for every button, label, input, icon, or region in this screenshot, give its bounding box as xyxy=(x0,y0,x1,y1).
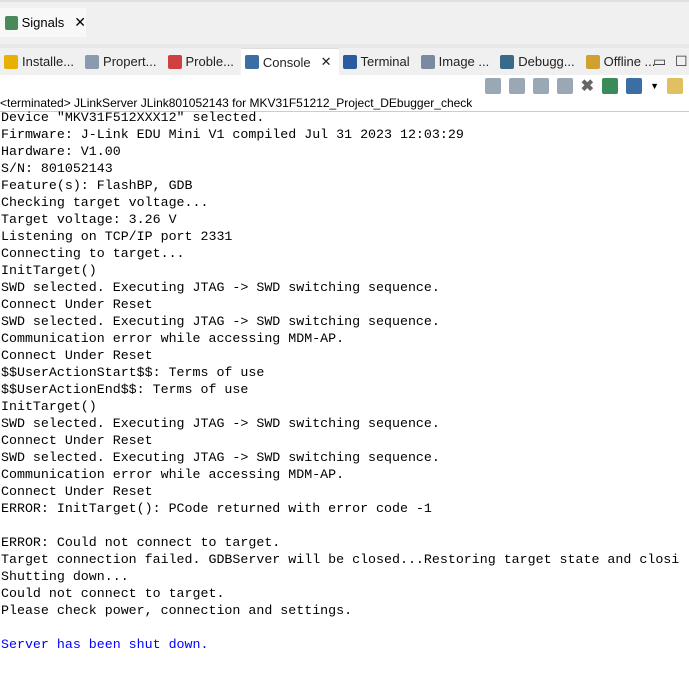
problems-icon xyxy=(167,54,182,69)
console-line: Connect Under Reset xyxy=(1,484,153,499)
tab-propert[interactable]: Propert... xyxy=(81,48,163,75)
console-line: Listening on TCP/IP port 2331 xyxy=(1,229,233,244)
console-line: Device "MKV31F512XXX12" selected. xyxy=(1,110,265,125)
tab-label: Signals xyxy=(21,15,65,30)
console-output[interactable]: Device "MKV31F512XXX12" selected. Firmwar… xyxy=(1,109,679,653)
console-line: InitTarget() xyxy=(1,263,97,278)
console-line: SWD selected. Executing JTAG -> SWD swit… xyxy=(1,450,440,465)
offline-icon xyxy=(585,54,600,69)
tab-label: Installe... xyxy=(22,54,75,69)
remove-launch-icon[interactable]: ✖ xyxy=(581,76,594,96)
tab-offline[interactable]: Offline ... xyxy=(582,48,663,75)
console-line: $$UserActionStart$$: Terms of use xyxy=(1,365,265,380)
console-line: Could not connect to target. xyxy=(1,586,225,601)
console-line: SWD selected. Executing JTAG -> SWD swit… xyxy=(1,314,440,329)
tab-label: Propert... xyxy=(103,54,157,69)
chevron-down-icon[interactable]: ▼ xyxy=(650,81,659,91)
console-line: Communication error while accessing MDM-… xyxy=(1,467,345,482)
table-icon xyxy=(85,54,100,69)
scroll-lock-icon[interactable] xyxy=(508,78,525,94)
console-line: Shutting down... xyxy=(1,569,129,584)
console-line: Connecting to target... xyxy=(1,246,185,261)
word-wrap-icon[interactable] xyxy=(532,78,549,94)
image-icon xyxy=(420,54,435,69)
pin-console-icon[interactable] xyxy=(602,78,619,94)
tab-label: Image ... xyxy=(438,54,490,69)
console-line: SWD selected. Executing JTAG -> SWD swit… xyxy=(1,280,440,295)
console-line: SWD selected. Executing JTAG -> SWD swit… xyxy=(1,416,440,431)
console-line: Connect Under Reset xyxy=(1,297,153,312)
console-line: Please check power, connection and setti… xyxy=(1,603,353,618)
tab-installe[interactable]: Installe... xyxy=(0,48,81,75)
console-line: Target connection failed. GDBServer will… xyxy=(1,552,680,567)
signals-icon xyxy=(5,15,18,30)
tab-terminal[interactable]: Terminal xyxy=(339,48,417,75)
tab-debugg[interactable]: Debugg... xyxy=(496,48,581,75)
console-line: ERROR: Could not connect to target. xyxy=(1,535,281,550)
view-tabbar: Installe... Propert... Proble... Console ✕ Te… xyxy=(0,47,689,76)
console-line: Checking target voltage... xyxy=(1,195,209,210)
close-icon[interactable]: ✕ xyxy=(74,14,86,31)
tab-label: Debugg... xyxy=(518,54,575,69)
console-icon xyxy=(244,55,259,69)
tab-label: Console xyxy=(262,54,311,70)
clear-console-icon[interactable] xyxy=(484,78,501,94)
open-console-icon[interactable] xyxy=(667,78,683,94)
tab-label: Terminal xyxy=(360,54,410,69)
maximize-icon[interactable]: ☐ xyxy=(675,53,688,70)
console-line: Connect Under Reset xyxy=(1,348,153,363)
console-line: Target voltage: 3.26 V xyxy=(1,212,177,227)
console-line: Feature(s): FlashBP, GDB xyxy=(1,178,193,193)
console-line: $$UserActionEnd$$: Terms of use xyxy=(1,382,249,397)
minimize-icon[interactable]: ▭ xyxy=(653,53,666,70)
console-title: <terminated> JLinkServer JLink801052143 … xyxy=(0,96,473,110)
tab-proble[interactable]: Proble... xyxy=(164,48,241,75)
console-line: Hardware: V1.00 xyxy=(1,144,121,159)
console-line: InitTarget() xyxy=(1,399,97,414)
console-line: Communication error while accessing MDM-… xyxy=(1,331,345,346)
close-icon[interactable]: ✕ xyxy=(321,54,332,70)
show-console-icon[interactable] xyxy=(556,78,573,94)
display-console-icon[interactable] xyxy=(626,78,643,94)
console-line: Connect Under Reset xyxy=(1,433,153,448)
tab-label: Proble... xyxy=(185,54,234,69)
tab-label: Offline ... xyxy=(603,54,656,69)
terminal-icon xyxy=(342,54,357,69)
debugger-icon xyxy=(500,54,515,69)
server-shutdown-message: Server has been shut down. xyxy=(1,637,209,652)
console-line: Firmware: J-Link EDU Mini V1 compiled Ju… xyxy=(1,127,464,142)
tab-signals[interactable]: Signals ✕ xyxy=(0,8,86,37)
tab-image[interactable]: Image ... xyxy=(417,48,497,75)
tab-console[interactable]: Console ✕ xyxy=(240,47,339,76)
console-line: S/N: 801052143 xyxy=(1,161,113,176)
console-toolbar: ✖ ▼ xyxy=(484,76,689,96)
cylinder-icon xyxy=(4,54,18,69)
top-panel: Signals ✕ xyxy=(0,0,689,44)
console-line: ERROR: InitTarget(): PCode returned with… xyxy=(1,501,432,516)
